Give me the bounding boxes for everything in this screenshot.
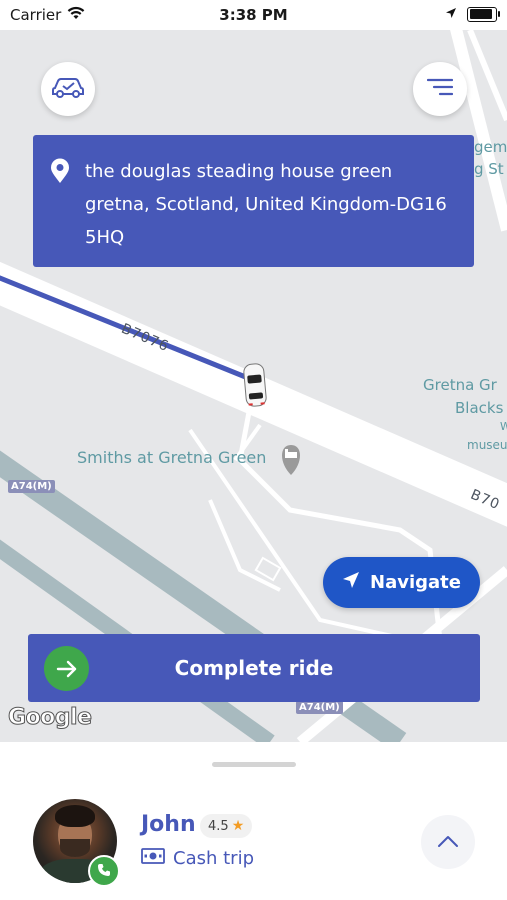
location-arrow-icon	[445, 5, 457, 23]
cash-icon	[141, 848, 165, 869]
status-right	[445, 5, 500, 23]
status-bar: Carrier 3:38 PM	[0, 0, 507, 30]
destination-address-card: the douglas steading house green gretna,…	[33, 135, 474, 267]
car-status-button[interactable]	[41, 62, 95, 116]
road-shield-a74-bottom: A74(M)	[296, 701, 343, 714]
phone-icon	[97, 862, 111, 881]
status-time: 3:38 PM	[219, 6, 288, 24]
road-shield-a74: A74(M)	[8, 480, 55, 493]
menu-button[interactable]	[413, 62, 467, 116]
star-icon: ★	[231, 818, 245, 834]
location-pin-icon	[50, 158, 70, 195]
sheet-drag-handle[interactable]	[212, 762, 296, 767]
chevron-up-icon	[437, 833, 459, 852]
car-check-icon	[51, 75, 85, 103]
poi-label-museum: museu	[467, 438, 507, 452]
rating-badge: 4.5 ★	[200, 814, 253, 838]
hotel-marker	[282, 445, 300, 475]
address-text: the douglas steading house green gretna,…	[85, 161, 447, 248]
poi-label-smiths: Smiths at Gretna Green	[77, 448, 267, 467]
navigation-arrow-icon	[342, 571, 360, 594]
car-marker	[243, 363, 267, 407]
menu-lines-icon	[426, 77, 454, 101]
poi-label-gretna: Gretna Gr	[423, 376, 497, 394]
driver-bottom-sheet: John 4.5 ★ Cash trip	[0, 742, 507, 900]
battery-icon	[467, 6, 500, 22]
call-button[interactable]	[88, 855, 120, 887]
poi-label-w: W	[500, 420, 507, 433]
navigate-button[interactable]: Navigate	[323, 557, 480, 608]
poi-label-top-2: g St	[474, 160, 504, 178]
complete-ride-label: Complete ride	[174, 656, 334, 680]
expand-sheet-button[interactable]	[421, 815, 475, 869]
trip-type-label: Cash trip	[173, 848, 254, 869]
arrow-right-icon	[44, 646, 89, 691]
google-logo: Google	[8, 705, 93, 731]
complete-ride-button[interactable]: Complete ride	[28, 634, 480, 702]
rating-value: 4.5	[208, 818, 229, 834]
poi-label-blacks: Blacks	[455, 399, 504, 417]
battery-fill	[469, 9, 492, 19]
driver-name: John	[141, 812, 196, 837]
poi-label-top-1: gem	[474, 138, 507, 156]
trip-type: Cash trip	[141, 848, 254, 869]
navigate-label: Navigate	[370, 572, 461, 593]
